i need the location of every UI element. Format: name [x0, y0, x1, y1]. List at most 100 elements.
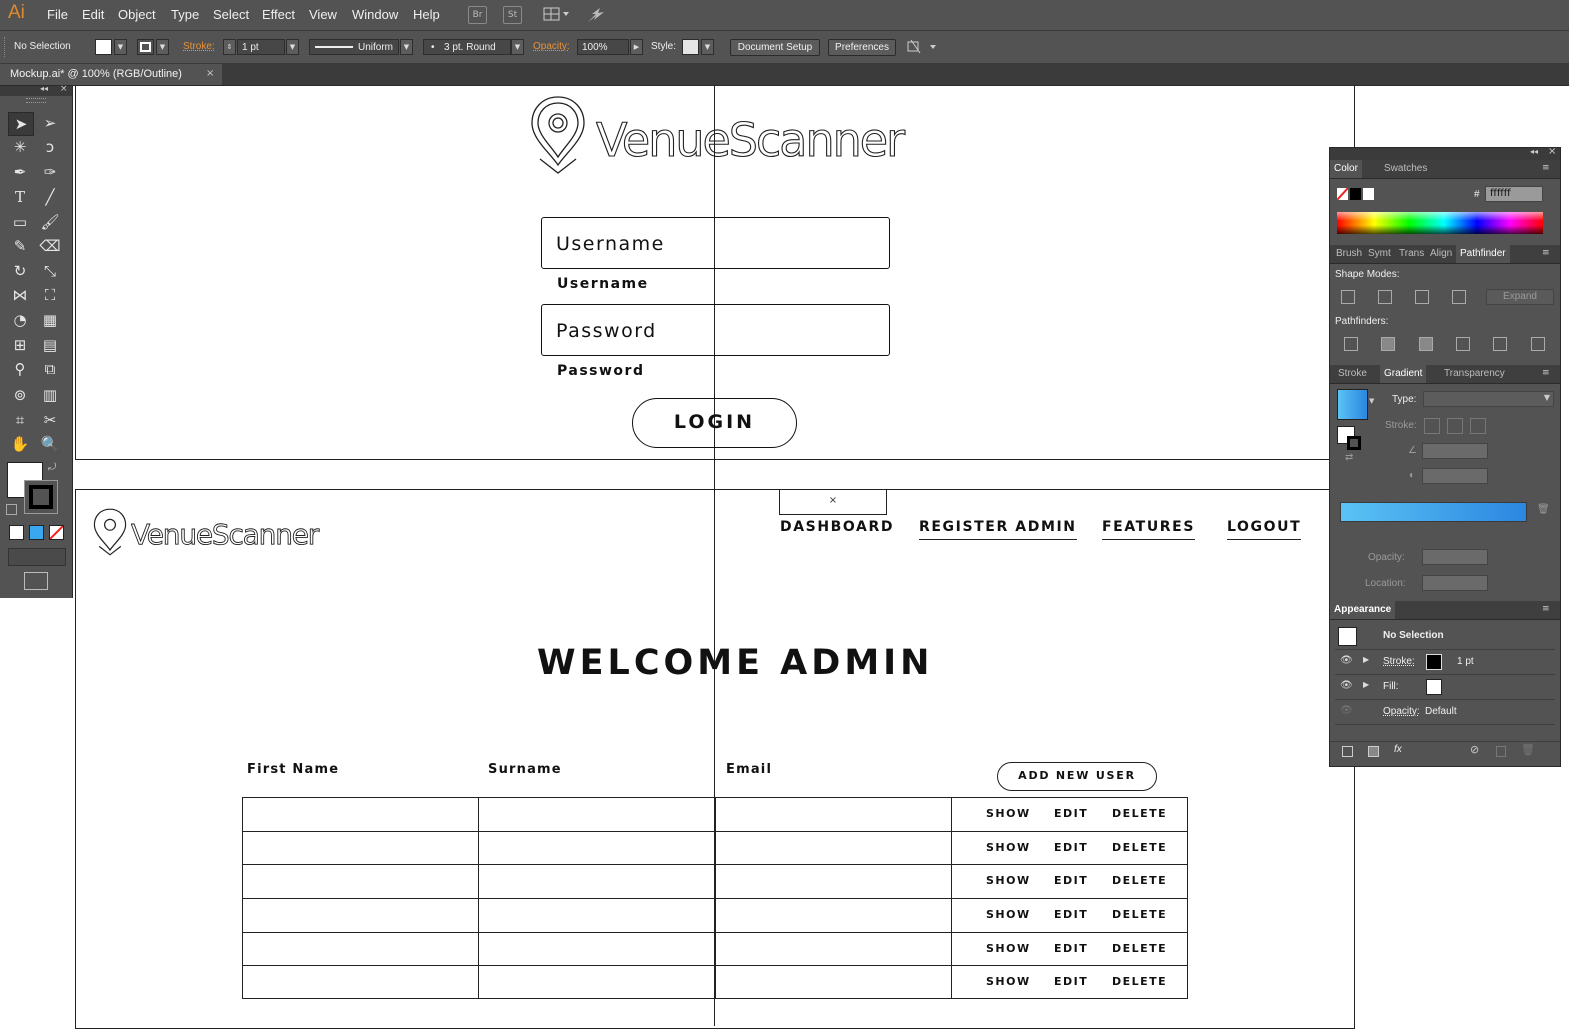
- delete-item-icon[interactable]: 🗑: [1521, 743, 1535, 756]
- delete-button[interactable]: DELETE: [1112, 807, 1167, 820]
- control-panel-options-icon[interactable]: [906, 39, 940, 55]
- appearance-opacity-row[interactable]: 👁 Opacity: Default: [1335, 700, 1555, 725]
- pencil-tool-icon[interactable]: ✎: [8, 235, 32, 257]
- tab-stroke[interactable]: Stroke: [1334, 365, 1371, 383]
- appearance-stroke-label[interactable]: Stroke:: [1383, 656, 1415, 667]
- gradient-opacity-field[interactable]: [1422, 549, 1488, 565]
- opacity-label[interactable]: Opacity:: [533, 41, 570, 52]
- stock-icon[interactable]: St: [503, 6, 522, 24]
- close-tab-icon[interactable]: ×: [206, 68, 214, 79]
- variable-width-profile[interactable]: Uniform: [309, 39, 399, 55]
- gradient-thumbnail[interactable]: [1337, 389, 1368, 420]
- tab-color[interactable]: Color: [1330, 160, 1362, 178]
- tab-appearance[interactable]: Appearance: [1330, 601, 1396, 619]
- nav-dashboard[interactable]: DASHBOARD: [780, 519, 894, 539]
- appearance-stroke-row[interactable]: 👁 ▶ Stroke: 1 pt: [1335, 650, 1555, 675]
- width-tool-icon[interactable]: ⋈: [8, 284, 32, 306]
- color-mode-icon[interactable]: [9, 525, 24, 540]
- nav-logout[interactable]: LOGOUT: [1227, 519, 1302, 540]
- clear-appearance-icon[interactable]: ⊘: [1470, 743, 1479, 756]
- stroke-swatch[interactable]: [137, 39, 154, 55]
- free-transform-tool-icon[interactable]: ⛶: [38, 284, 62, 306]
- appearance-fill-row[interactable]: 👁 ▶ Fill:: [1335, 675, 1555, 700]
- exclude-icon[interactable]: [1452, 290, 1466, 304]
- menu-file[interactable]: File: [47, 7, 68, 22]
- preferences-button[interactable]: Preferences: [828, 39, 896, 56]
- show-button[interactable]: SHOW: [986, 841, 1031, 854]
- tab-symbols[interactable]: Symt: [1366, 245, 1393, 263]
- stroke-label[interactable]: Stroke:: [183, 41, 215, 52]
- delete-stop-icon[interactable]: 🗑: [1537, 504, 1550, 515]
- stroke-weight-dropdown-icon[interactable]: ▼: [286, 39, 299, 55]
- gradient-mode-icon[interactable]: [29, 525, 44, 540]
- password-input[interactable]: Password: [541, 304, 890, 356]
- brush-dropdown-icon[interactable]: ▼: [511, 39, 524, 55]
- lasso-tool-icon[interactable]: ↄ: [38, 136, 62, 158]
- divide-icon[interactable]: [1344, 337, 1358, 351]
- swap-fill-stroke-icon[interactable]: ⤾: [48, 462, 56, 473]
- delete-button[interactable]: DELETE: [1112, 942, 1167, 955]
- trim-icon[interactable]: [1381, 337, 1395, 351]
- show-button[interactable]: SHOW: [986, 908, 1031, 921]
- eraser-tool-icon[interactable]: ⌫: [38, 235, 62, 257]
- blend-tool-icon[interactable]: ⧉: [38, 358, 62, 380]
- reverse-gradient-icon[interactable]: ⇄: [1345, 452, 1353, 463]
- menu-object[interactable]: Object: [118, 7, 156, 22]
- style-dropdown-icon[interactable]: ▼: [701, 39, 714, 55]
- delete-button[interactable]: DELETE: [1112, 975, 1167, 988]
- opacity-field[interactable]: 100%: [577, 39, 629, 55]
- stroke-along-icon[interactable]: [1447, 418, 1463, 434]
- perspective-grid-tool-icon[interactable]: ▦: [38, 309, 62, 331]
- zoom-tool-icon[interactable]: 🔍: [38, 433, 62, 455]
- delete-button[interactable]: DELETE: [1112, 841, 1167, 854]
- pen-tool-icon[interactable]: ✒: [8, 161, 32, 183]
- visibility-eye-icon[interactable]: 👁: [1340, 655, 1353, 666]
- bridge-icon[interactable]: Br: [468, 6, 487, 24]
- magic-wand-tool-icon[interactable]: ✳: [8, 136, 32, 158]
- rotate-tool-icon[interactable]: ↻: [8, 260, 32, 282]
- delete-button[interactable]: DELETE: [1112, 908, 1167, 921]
- stroke-weight-field[interactable]: 1 pt: [237, 39, 285, 55]
- drawing-modes-icon[interactable]: [8, 548, 66, 566]
- tab-gradient[interactable]: Gradient: [1380, 365, 1427, 383]
- gradient-menu-icon[interactable]: ≡: [1542, 368, 1550, 378]
- gradient-slider[interactable]: [1340, 502, 1527, 522]
- menu-window[interactable]: Window: [352, 7, 398, 22]
- add-new-effect-icon[interactable]: fx: [1394, 744, 1402, 755]
- artboard-tool-icon[interactable]: ⌗: [8, 409, 32, 431]
- appearance-opacity-label[interactable]: Opacity:: [1383, 706, 1420, 717]
- appearance-fill-swatch[interactable]: [1426, 679, 1442, 695]
- add-new-user-button[interactable]: ADD NEW USER: [997, 762, 1157, 791]
- shape-builder-tool-icon[interactable]: ◔: [8, 309, 32, 331]
- menu-help[interactable]: Help: [413, 7, 440, 22]
- rectangle-tool-icon[interactable]: ▭: [8, 211, 32, 233]
- appearance-menu-icon[interactable]: ≡: [1542, 604, 1550, 614]
- unite-icon[interactable]: [1341, 290, 1355, 304]
- color-spectrum-bar[interactable]: [1337, 212, 1543, 234]
- nav-features[interactable]: FEATURES: [1102, 519, 1196, 540]
- merge-icon[interactable]: [1419, 337, 1433, 351]
- appearance-stroke-swatch[interactable]: [1426, 654, 1442, 670]
- tab-transform[interactable]: Trans: [1397, 245, 1426, 263]
- mesh-tool-icon[interactable]: ⊞: [8, 334, 32, 356]
- stroke-across-icon[interactable]: [1470, 418, 1486, 434]
- add-new-fill-icon[interactable]: [1368, 746, 1379, 757]
- show-button[interactable]: SHOW: [986, 807, 1031, 820]
- show-button[interactable]: SHOW: [986, 942, 1031, 955]
- gradient-location-field[interactable]: [1422, 575, 1488, 591]
- edit-button[interactable]: EDIT: [1054, 975, 1088, 988]
- expand-button[interactable]: Expand: [1486, 289, 1554, 305]
- stroke-color-box[interactable]: [24, 480, 58, 514]
- minus-back-icon[interactable]: [1531, 337, 1545, 351]
- angle-field[interactable]: [1422, 443, 1488, 459]
- tools-panel-header[interactable]: ◂◂ ×: [0, 84, 72, 96]
- paintbrush-tool-icon[interactable]: 🖌: [38, 211, 62, 233]
- white-swatch[interactable]: [1363, 188, 1374, 200]
- nav-close-box[interactable]: ×: [779, 489, 887, 515]
- screen-mode-icon[interactable]: [24, 572, 48, 590]
- close-panel-icon[interactable]: ×: [60, 84, 68, 94]
- expand-arrow-icon[interactable]: ▶: [1363, 655, 1369, 664]
- edit-button[interactable]: EDIT: [1054, 908, 1088, 921]
- curvature-tool-icon[interactable]: ✑: [38, 161, 62, 183]
- pathfinder-menu-icon[interactable]: ≡: [1542, 248, 1550, 258]
